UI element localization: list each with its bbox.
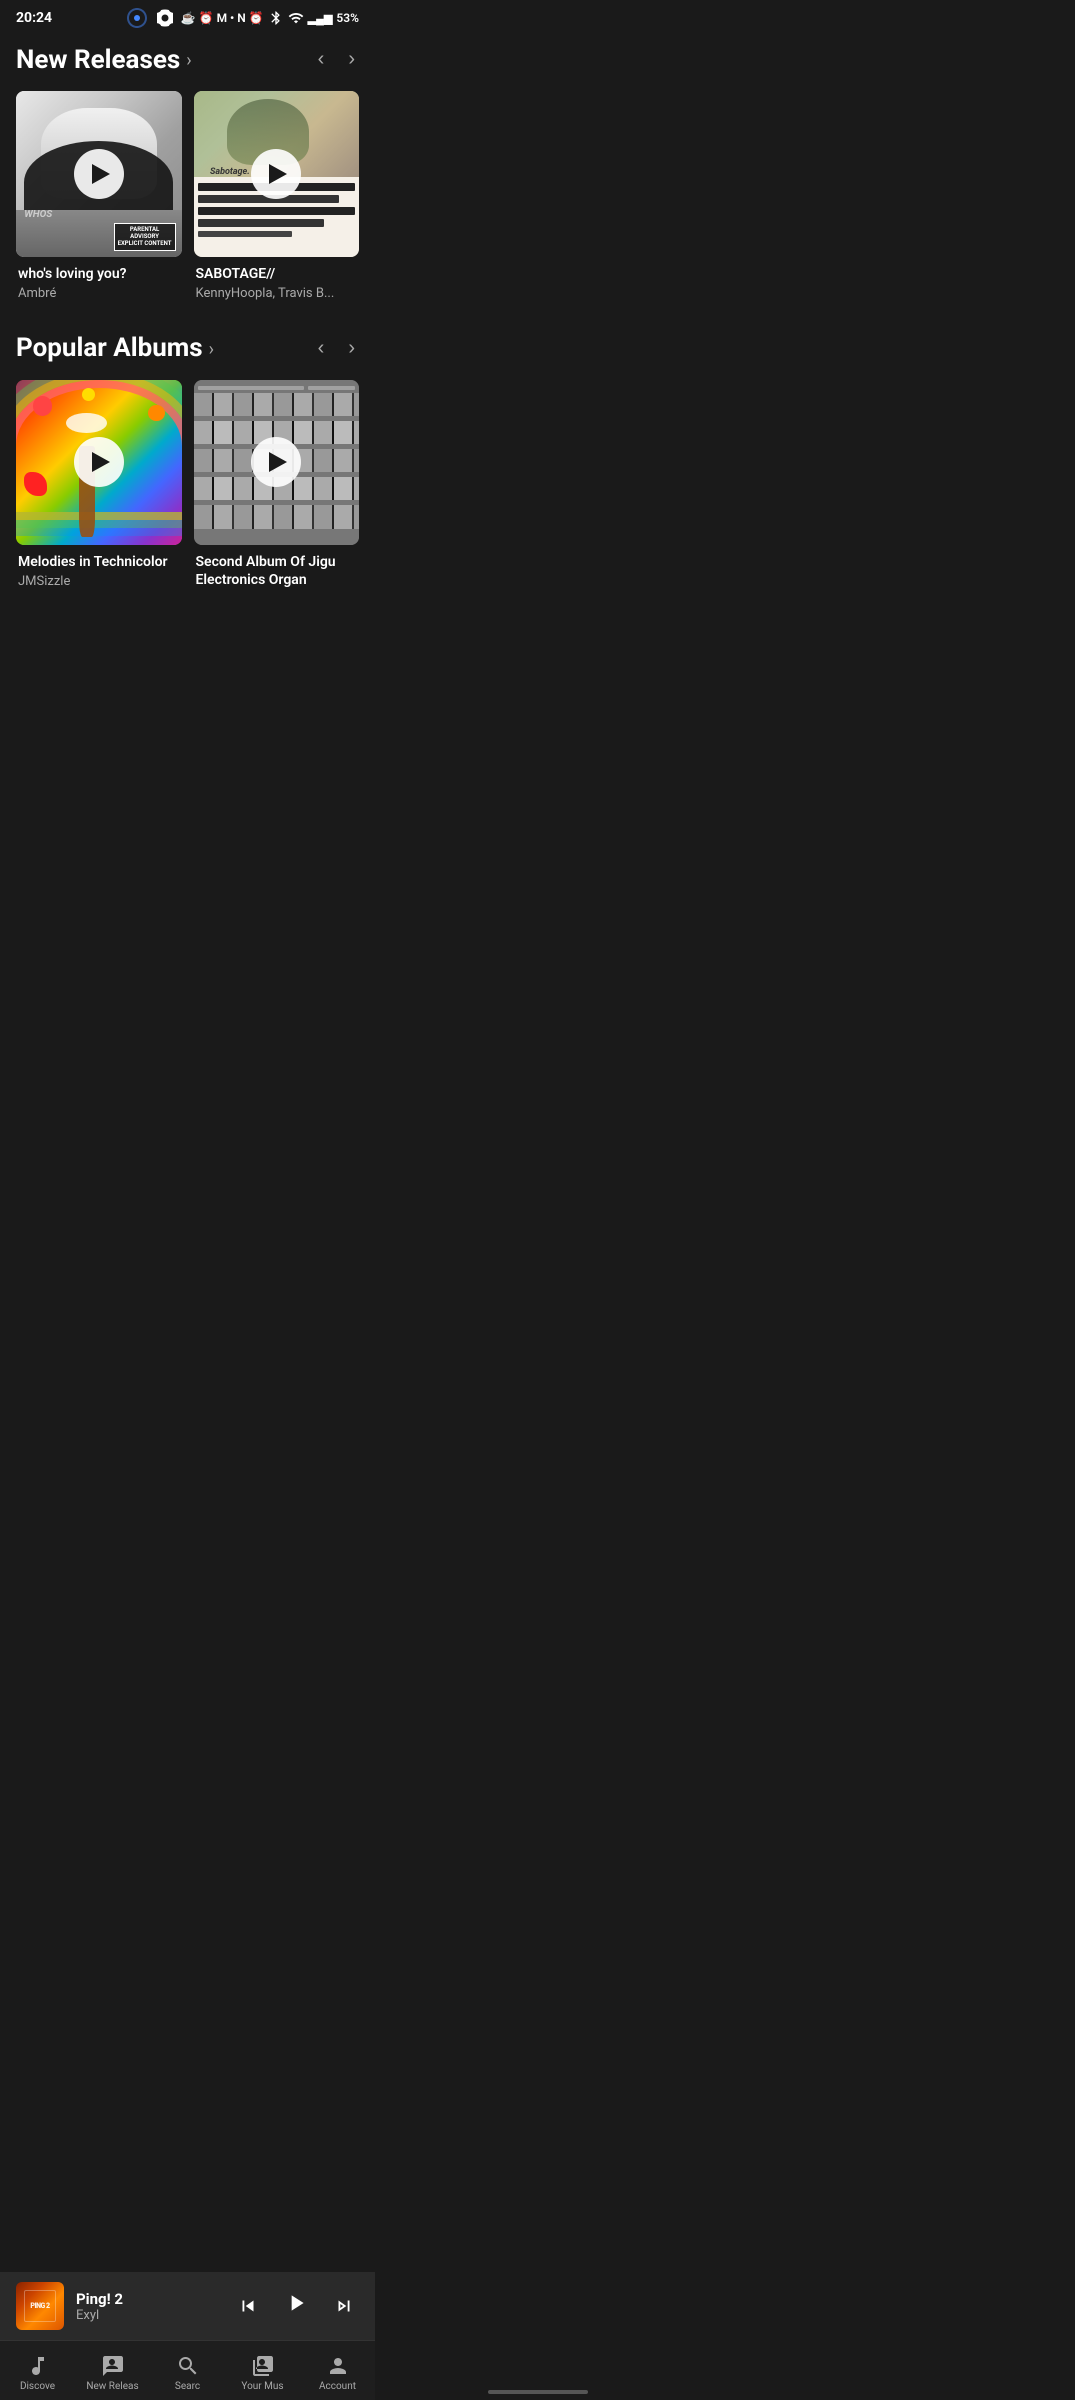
account-icon [326, 2354, 350, 2378]
new-releases-prev-btn[interactable]: ‹ [314, 44, 329, 75]
home-indicator [488, 2390, 588, 2394]
album-title-melodies: Melodies in Technicolor [18, 553, 180, 571]
new-releases-title-group[interactable]: New Releases › [16, 45, 192, 75]
signal-bars: ▂▄▆ [308, 12, 333, 25]
skip-back-button[interactable] [233, 2291, 263, 2321]
parental-advisory-badge: PARENTALADVISORYEXPLICIT CONTENT [114, 223, 176, 251]
album-title-whos-loving-you: who's loving you? [18, 265, 180, 283]
now-playing-album-art: PING 2 [16, 2282, 64, 2330]
play-button-jigu[interactable] [251, 437, 301, 487]
album-artist-whos-loving-you: Ambré [18, 286, 180, 301]
album-title-sabotage: SABOTAGE// [196, 265, 358, 283]
search-icon [176, 2354, 200, 2378]
bottom-navigation: Discove New Releas Searc Your Mus Accoun… [0, 2340, 375, 2400]
nav-item-discover[interactable]: Discove [0, 2354, 75, 2392]
album-info-jigu: Second Album Of Jigu Electronics Organ [194, 553, 360, 592]
your-music-icon [251, 2354, 275, 2378]
album-info-melodies: Melodies in Technicolor JMSizzle [16, 553, 182, 589]
new-releases-nav: ‹ › [314, 44, 359, 75]
nav-item-search[interactable]: Searc [150, 2354, 225, 2392]
play-icon [283, 2290, 309, 2316]
radio-icon [125, 6, 149, 30]
popular-albums-title-group[interactable]: Popular Albums › [16, 333, 214, 363]
album-card-whos-loving-you[interactable]: WHOS PARENTALADVISORYEXPLICIT CONTENT wh… [16, 91, 182, 301]
album-title-jigu: Second Album Of Jigu Electronics Organ [196, 553, 358, 589]
now-playing-bar: PING 2 Ping! 2 Exyl [0, 2272, 375, 2340]
album-artist-melodies: JMSizzle [18, 574, 180, 589]
status-time: 20:24 [16, 10, 52, 26]
now-playing-artist: Exyl [76, 2308, 221, 2323]
nav-label-search: Searc [175, 2381, 200, 2392]
nav-item-new-releases[interactable]: New Releas [75, 2354, 150, 2392]
album-card-jigu[interactable]: Second Album Of Jigu Electronics Organ [194, 380, 360, 593]
skip-back-icon [237, 2295, 259, 2317]
bluetooth-icon [268, 10, 284, 26]
status-bar: 20:24 ☕ ⏰ M • N ⏰ ▂▄▆ 53% [0, 0, 375, 32]
now-playing-title: Ping! 2 [76, 2290, 221, 2308]
wifi-icon [288, 10, 304, 26]
album-card-sabotage[interactable]: Sabotage. SABOTAGE// KennyHoopla, Travis… [194, 91, 360, 301]
album-art-whos-loving-you: WHOS PARENTALADVISORYEXPLICIT CONTENT [16, 91, 182, 257]
popular-albums-next-btn[interactable]: › [344, 333, 359, 364]
now-playing-controls [233, 2286, 359, 2326]
nav-item-account[interactable]: Account [300, 2354, 375, 2392]
nav-label-your-music: Your Mus [241, 2381, 283, 2392]
discover-icon [26, 2354, 50, 2378]
album-art-jigu [194, 380, 360, 546]
new-releases-section: New Releases › ‹ › WHOS [0, 44, 375, 301]
album-info-sabotage: SABOTAGE// KennyHoopla, Travis B... [194, 265, 360, 301]
youtube-icon [153, 6, 177, 30]
battery: 53% [336, 11, 359, 25]
nav-item-your-music[interactable]: Your Mus [225, 2354, 300, 2392]
new-releases-nav-icon [101, 2354, 125, 2378]
play-button-sabotage[interactable] [251, 149, 301, 199]
play-button-whos-loving-you[interactable] [74, 149, 124, 199]
skip-forward-icon [333, 2295, 355, 2317]
album-art-sabotage: Sabotage. [194, 91, 360, 257]
status-icons: ☕ ⏰ M • N ⏰ ▂▄▆ 53% [125, 6, 359, 30]
popular-albums-nav: ‹ › [314, 333, 359, 364]
album-info-whos-loving-you: who's loving you? Ambré [16, 265, 182, 301]
new-releases-header: New Releases › ‹ › [0, 44, 375, 75]
album-card-melodies[interactable]: Melodies in Technicolor JMSizzle [16, 380, 182, 593]
album-art-melodies [16, 380, 182, 546]
now-playing-info: Ping! 2 Exyl [76, 2290, 221, 2323]
play-pause-button[interactable] [279, 2286, 313, 2326]
nav-label-discover: Discove [20, 2381, 55, 2392]
other-icons: ☕ ⏰ M • N ⏰ [181, 11, 264, 25]
new-releases-grid: WHOS PARENTALADVISORYEXPLICIT CONTENT wh… [0, 91, 375, 301]
popular-albums-prev-btn[interactable]: ‹ [314, 333, 329, 364]
now-playing-art-inner: PING 2 [16, 2282, 64, 2330]
new-releases-title: New Releases [16, 45, 180, 75]
play-button-melodies[interactable] [74, 437, 124, 487]
nav-label-account: Account [319, 2381, 356, 2392]
new-releases-title-arrow: › [186, 50, 191, 71]
np-art-label: PING 2 [30, 2302, 49, 2310]
popular-albums-header: Popular Albums › ‹ › [0, 333, 375, 364]
popular-albums-title-arrow: › [209, 339, 214, 360]
main-content: New Releases › ‹ › WHOS [0, 32, 375, 705]
nav-label-new-releases: New Releas [86, 2381, 138, 2392]
album-artist-sabotage: KennyHoopla, Travis B... [196, 286, 358, 301]
popular-albums-section: Popular Albums › ‹ › [0, 333, 375, 593]
popular-albums-grid: Melodies in Technicolor JMSizzle [0, 380, 375, 593]
skip-forward-button[interactable] [329, 2291, 359, 2321]
new-releases-next-btn[interactable]: › [344, 44, 359, 75]
popular-albums-title: Popular Albums [16, 333, 203, 363]
